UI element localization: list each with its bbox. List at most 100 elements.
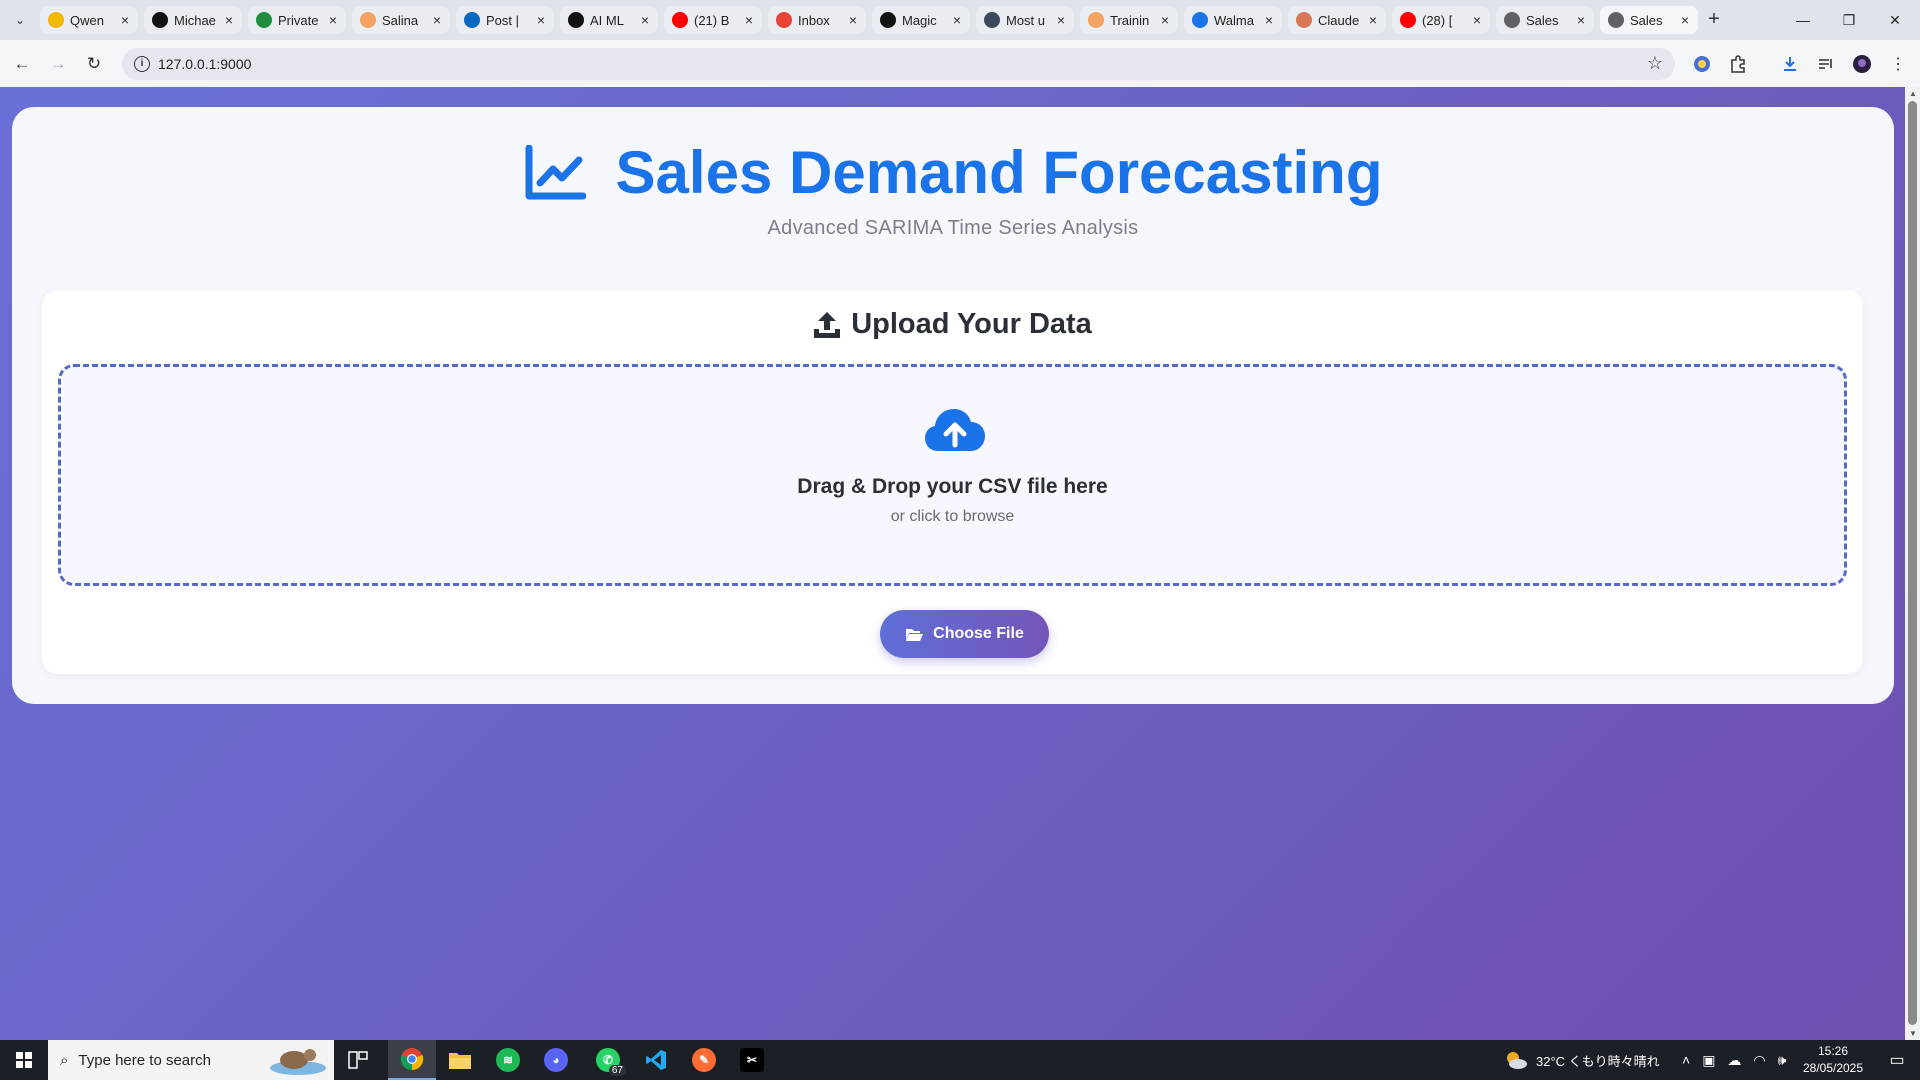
page-title: Sales Demand Forecasting xyxy=(615,139,1383,206)
extensions-puzzle-icon[interactable] xyxy=(1724,50,1752,78)
infinity-icon xyxy=(360,12,376,28)
page-header: Sales Demand Forecasting Advanced SARIMA… xyxy=(12,133,1894,240)
minimize-button[interactable]: — xyxy=(1780,0,1826,40)
search-highlight-art-icon xyxy=(270,1049,326,1075)
browser-tab[interactable]: AI ML × xyxy=(560,6,658,34)
triangle-logo-icon xyxy=(152,12,168,28)
meet-now-icon[interactable]: ▣ xyxy=(1702,1052,1715,1069)
browser-tab[interactable]: Sales × xyxy=(1496,6,1594,34)
clock-time: 15:26 xyxy=(1817,1044,1849,1058)
youtube-icon xyxy=(1400,12,1416,28)
postman-taskbar-app[interactable]: ✎ xyxy=(680,1040,728,1080)
tab-close-icon[interactable]: × xyxy=(1262,13,1276,27)
capcut-taskbar-app[interactable]: ✂ xyxy=(728,1040,776,1080)
tab-close-icon[interactable]: × xyxy=(638,13,652,27)
scroll-up-arrow-icon[interactable]: ▲ xyxy=(1909,89,1917,98)
tab-close-icon[interactable]: × xyxy=(222,13,236,27)
page-scrollbar[interactable]: ▲ ▼ xyxy=(1905,87,1920,1040)
new-tab-button[interactable]: + xyxy=(1702,8,1726,32)
scroll-down-arrow-icon[interactable]: ▼ xyxy=(1909,1029,1917,1038)
volume-icon[interactable]: 🕪 xyxy=(1778,1052,1787,1069)
postman-icon: ✎ xyxy=(692,1048,716,1072)
tab-title: Most u xyxy=(1006,12,1046,28)
weather-widget[interactable]: 32°C くもり時々晴れ xyxy=(1504,1040,1660,1080)
browser-tab[interactable]: (21) B × xyxy=(664,6,762,34)
folder-open-icon xyxy=(906,629,924,641)
restore-button[interactable]: ❐ xyxy=(1826,0,1872,40)
browser-tab[interactable]: Trainin × xyxy=(1080,6,1178,34)
tab-title: Claude xyxy=(1318,12,1360,28)
tab-close-icon[interactable]: × xyxy=(1470,13,1484,27)
whatsapp-unread-badge: 67 xyxy=(608,1065,626,1076)
browser-menu-icon[interactable]: ⋮ xyxy=(1884,50,1912,78)
network-icon[interactable]: ◠ xyxy=(1753,1052,1765,1069)
tab-close-icon[interactable]: × xyxy=(326,13,340,27)
extension-icon[interactable] xyxy=(1688,50,1716,78)
tab-close-icon[interactable]: × xyxy=(1158,13,1172,27)
chrome-taskbar-app[interactable] xyxy=(388,1040,436,1080)
windows-taskbar: ⌕ Type here to search ≋ ◕ ✆ 67 ✎ ✂ 32°C … xyxy=(0,1040,1920,1080)
taskbar-clock[interactable]: 15:26 28/05/2025 xyxy=(1798,1043,1868,1077)
close-window-button[interactable]: ✕ xyxy=(1872,0,1918,40)
spotify-taskbar-app[interactable]: ≋ xyxy=(484,1040,532,1080)
reload-button[interactable]: ↻ xyxy=(80,50,108,78)
profile-avatar-icon[interactable] xyxy=(1848,50,1876,78)
tab-close-icon[interactable]: × xyxy=(1054,13,1068,27)
tab-title: (28) [ xyxy=(1422,12,1453,28)
file-explorer-taskbar-app[interactable] xyxy=(436,1040,484,1080)
tab-search-icon[interactable]: ⌄ xyxy=(8,8,32,32)
browser-tab[interactable]: Sales × xyxy=(1600,6,1698,34)
discord-icon: ◕ xyxy=(544,1048,568,1072)
onedrive-icon[interactable]: ☁ xyxy=(1727,1052,1741,1069)
browser-tab[interactable]: Inbox × xyxy=(768,6,866,34)
browser-tab[interactable]: (28) [ × xyxy=(1392,6,1490,34)
tab-close-icon[interactable]: × xyxy=(118,13,132,27)
download-icon[interactable] xyxy=(1776,50,1804,78)
taskbar-search-box[interactable]: ⌕ Type here to search xyxy=(48,1040,334,1080)
browser-tab[interactable]: Magic × xyxy=(872,6,970,34)
site-info-icon[interactable]: i xyxy=(134,56,150,72)
bookmark-star-icon[interactable]: ☆ xyxy=(1647,53,1663,74)
browser-tab[interactable]: Michae × xyxy=(144,6,242,34)
file-dropzone[interactable]: Drag & Drop your CSV file here or click … xyxy=(58,364,1847,586)
tab-close-icon[interactable]: × xyxy=(846,13,860,27)
start-button[interactable] xyxy=(0,1040,48,1080)
browser-tab[interactable]: Walma × xyxy=(1184,6,1282,34)
browser-tab[interactable]: Most u × xyxy=(976,6,1074,34)
task-view-button[interactable] xyxy=(334,1040,382,1080)
tab-close-icon[interactable]: × xyxy=(1366,13,1380,27)
infinity-icon xyxy=(1088,12,1104,28)
choose-file-label: Choose File xyxy=(933,625,1024,642)
tab-close-icon[interactable]: × xyxy=(1678,13,1692,27)
back-button[interactable]: ← xyxy=(8,50,36,78)
browser-tab[interactable]: Qwen × xyxy=(40,6,138,34)
browser-tab[interactable]: Private × xyxy=(248,6,346,34)
discord-taskbar-app[interactable]: ◕ xyxy=(532,1040,580,1080)
main-container: Sales Demand Forecasting Advanced SARIMA… xyxy=(12,107,1894,704)
url-text[interactable]: 127.0.0.1:9000 xyxy=(158,56,251,72)
browser-tab[interactable]: Post | × xyxy=(456,6,554,34)
tab-close-icon[interactable]: × xyxy=(430,13,444,27)
tab-close-icon[interactable]: × xyxy=(1574,13,1588,27)
browser-tab[interactable]: Salina × xyxy=(352,6,450,34)
scroll-thumb[interactable] xyxy=(1908,101,1917,1025)
tab-close-icon[interactable]: × xyxy=(950,13,964,27)
tab-close-icon[interactable]: × xyxy=(742,13,756,27)
address-bar[interactable]: i 127.0.0.1:9000 ☆ xyxy=(122,48,1675,80)
claude-icon xyxy=(1296,12,1312,28)
globe-icon xyxy=(1504,12,1520,28)
tab-close-icon[interactable]: × xyxy=(534,13,548,27)
media-control-icon[interactable] xyxy=(1812,50,1840,78)
weather-text: 32°C くもり時々晴れ xyxy=(1536,1053,1660,1069)
tab-title: Sales xyxy=(1630,12,1663,28)
browser-tab[interactable]: Claude × xyxy=(1288,6,1386,34)
vscode-taskbar-app[interactable] xyxy=(632,1040,680,1080)
tray-overflow-icon[interactable]: ˄ xyxy=(1682,1052,1690,1068)
upload-icon xyxy=(814,311,841,338)
line-chart-icon xyxy=(525,145,586,200)
choose-file-button[interactable]: Choose File xyxy=(880,610,1049,658)
notification-center-icon[interactable]: ▭ xyxy=(1874,1040,1920,1080)
threads-icon xyxy=(568,12,584,28)
forward-button[interactable]: → xyxy=(44,50,72,78)
whatsapp-taskbar-app[interactable]: ✆ 67 xyxy=(584,1040,632,1080)
